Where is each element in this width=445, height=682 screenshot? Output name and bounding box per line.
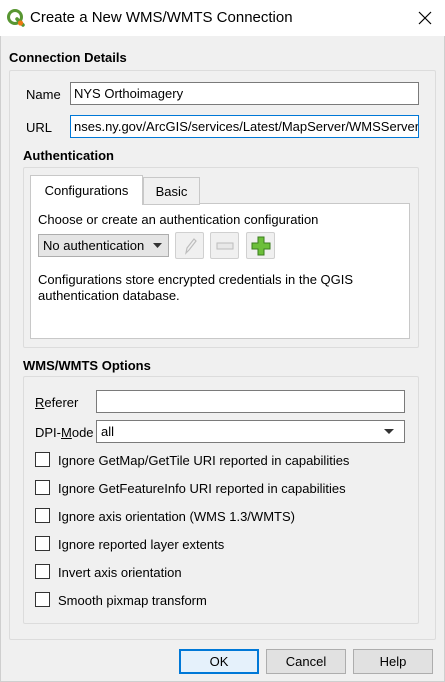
auth-config-select[interactable]: No authentication [38, 234, 169, 257]
add-config-button[interactable] [246, 232, 275, 259]
invert-axis-orientation-checkbox[interactable] [35, 564, 50, 579]
pencil-icon [184, 237, 197, 255]
dpi-mode-value: all [101, 424, 115, 439]
connection-details-title: Connection Details [9, 50, 127, 65]
auth-prompt: Choose or create an authentication confi… [38, 212, 319, 227]
close-button[interactable] [405, 0, 445, 36]
tab-configurations[interactable]: Configurations [30, 175, 143, 205]
close-icon [418, 11, 432, 25]
qgis-logo-icon [7, 9, 25, 27]
auth-info-line-2: authentication database. [38, 288, 180, 303]
tab-basic[interactable]: Basic [143, 177, 200, 205]
auth-config-value: No authentication [43, 238, 145, 253]
plus-icon [251, 236, 270, 255]
ignore-getmap-label: Ignore GetMap/GetTile URI reported in ca… [58, 453, 350, 468]
wms-options-title: WMS/WMTS Options [23, 358, 151, 373]
tab-configurations-label: Configurations [44, 183, 129, 198]
minus-icon [216, 242, 233, 249]
ignore-getfeatureinfo-label: Ignore GetFeatureInfo URI reported in ca… [58, 481, 346, 496]
url-input[interactable]: nses.ny.gov/ArcGIS/services/Latest/MapSe… [70, 115, 419, 138]
referer-input[interactable] [96, 390, 405, 413]
title-bar: Create a New WMS/WMTS Connection [0, 0, 445, 36]
remove-config-button[interactable] [210, 232, 239, 259]
wms-options-group [23, 376, 419, 624]
name-label: Name [26, 87, 61, 102]
referer-label: Referer [35, 395, 79, 410]
chevron-down-icon [384, 429, 394, 434]
chevron-down-icon [153, 243, 162, 248]
ok-button[interactable]: OK [179, 649, 259, 674]
dpi-mode-select[interactable]: all [96, 420, 405, 443]
window-title: Create a New WMS/WMTS Connection [30, 9, 293, 26]
smooth-pixmap-label: Smooth pixmap transform [58, 593, 207, 608]
ignore-layer-extents-label: Ignore reported layer extents [58, 537, 225, 552]
invert-axis-orientation-label: Invert axis orientation [58, 565, 182, 580]
ignore-getfeatureinfo-checkbox[interactable] [35, 480, 50, 495]
edit-config-button[interactable] [175, 232, 204, 259]
help-button[interactable]: Help [353, 649, 433, 674]
smooth-pixmap-checkbox[interactable] [35, 592, 50, 607]
name-input[interactable]: NYS Orthoimagery [70, 82, 419, 105]
ignore-layer-extents-checkbox[interactable] [35, 536, 50, 551]
ignore-axis-orientation-label: Ignore axis orientation (WMS 1.3/WMTS) [58, 509, 295, 524]
url-label: URL [26, 120, 53, 135]
dpi-mode-label: DPI-Mode [35, 425, 94, 440]
ignore-axis-orientation-checkbox[interactable] [35, 508, 50, 523]
ignore-getmap-checkbox[interactable] [35, 452, 50, 467]
auth-info-line-1: Configurations store encrypted credentia… [38, 272, 354, 287]
authentication-title: Authentication [23, 148, 114, 163]
cancel-button[interactable]: Cancel [266, 649, 346, 674]
tab-basic-label: Basic [155, 183, 188, 199]
